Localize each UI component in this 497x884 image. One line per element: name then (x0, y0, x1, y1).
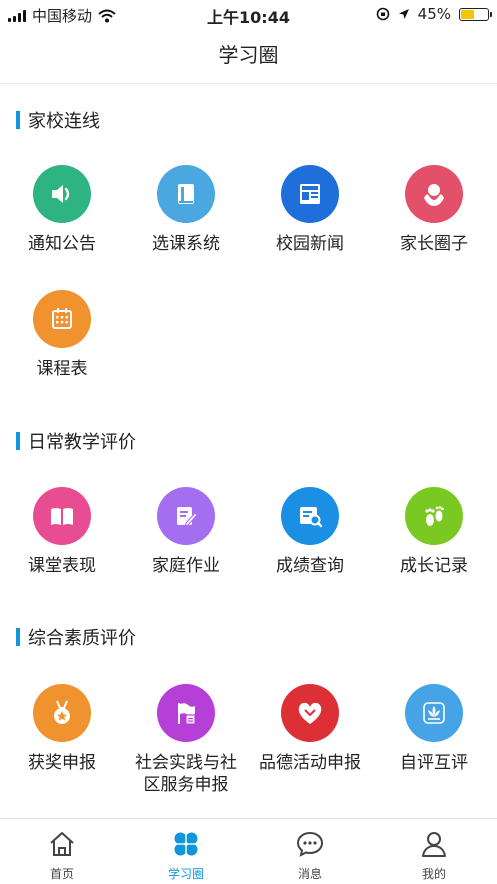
tab-label: 首页 (49, 867, 74, 881)
grid-item-label: 校园新闻 (276, 234, 344, 254)
grid-item-classroom-performance[interactable]: 课堂表现 (0, 487, 124, 577)
grid-item-schedule[interactable]: 课程表 (0, 290, 124, 380)
grid-item-course-selection[interactable]: 选课系统 (124, 165, 248, 255)
home-icon (0, 827, 124, 861)
clover-icon (124, 827, 248, 861)
grid-item-label: 通知公告 (28, 234, 96, 254)
open-book-icon (33, 487, 91, 545)
grid-item-award-report[interactable]: 获奖申报 (0, 684, 124, 774)
grid-item-moral-activity[interactable]: 品德活动申报 (248, 684, 372, 774)
section-header-daily-teaching: 日常教学评价 (16, 431, 136, 453)
grid-item-score-query[interactable]: 成绩查询 (248, 487, 372, 577)
section-header-comprehensive: 综合素质评价 (16, 627, 136, 649)
section-accent-bar (16, 628, 20, 646)
heart-icon (281, 684, 339, 742)
battery-icon (459, 7, 492, 21)
nav-bar: 学习圈 (0, 30, 497, 82)
tab-study-circle[interactable]: 学习圈 (124, 819, 248, 882)
grid-item-label: 课程表 (36, 359, 88, 379)
search-doc-icon (281, 487, 339, 545)
user-icon (372, 827, 496, 861)
section-accent-bar (16, 111, 20, 129)
status-bar: 中国移动 上午10:44 45% (0, 0, 497, 28)
grid-item-label: 家长圈子 (400, 234, 468, 254)
grid-item-label: 品德活动申报 (259, 753, 361, 773)
edit-icon (157, 487, 215, 545)
section-title: 日常教学评价 (28, 432, 136, 453)
grid-item-growth-record[interactable]: 成长记录 (372, 487, 496, 577)
location-icon (398, 9, 409, 19)
book-icon (157, 165, 215, 223)
grid-item-label: 家庭作业 (152, 556, 220, 576)
status-right: 45% (376, 5, 492, 23)
grid-item-homework[interactable]: 家庭作业 (124, 487, 248, 577)
footprint-icon (405, 487, 463, 545)
lotus-icon (405, 684, 463, 742)
section-title: 家校连线 (28, 111, 100, 132)
grid-item-label: 成长记录 (400, 556, 468, 576)
nav-divider (0, 83, 497, 84)
tab-messages[interactable]: 消息 (248, 819, 372, 882)
grid-item-label: 获奖申报 (28, 753, 96, 773)
tab-bar: 首页 学习圈 消息 我的 (0, 818, 497, 884)
grid-item-label: 成绩查询 (276, 556, 344, 576)
newspaper-icon (281, 165, 339, 223)
grid-item-social-practice[interactable]: 社会实践与社区服务申报 (124, 684, 248, 796)
tab-label: 我的 (421, 867, 446, 881)
battery-percent: 45% (417, 5, 451, 23)
rotation-lock-icon (376, 7, 389, 21)
parent-icon (405, 165, 463, 223)
grid-item-label: 课堂表现 (28, 556, 96, 576)
grid-item-parent-circle[interactable]: 家长圈子 (372, 165, 496, 255)
calendar-icon (33, 290, 91, 348)
page-title: 学习圈 (218, 43, 279, 67)
grid-item-campus-news[interactable]: 校园新闻 (248, 165, 372, 255)
grid-item-label: 选课系统 (152, 234, 220, 254)
tab-label: 学习圈 (167, 867, 204, 881)
grid-item-label: 自评互评 (400, 753, 468, 773)
grid-item-notice[interactable]: 通知公告 (0, 165, 124, 255)
section-accent-bar (16, 432, 20, 450)
chat-icon (248, 827, 372, 861)
tab-mine[interactable]: 我的 (372, 819, 496, 882)
speaker-icon (33, 165, 91, 223)
grid-item-self-peer-eval[interactable]: 自评互评 (372, 684, 496, 774)
flag-icon (157, 684, 215, 742)
tab-home[interactable]: 首页 (0, 819, 124, 882)
section-header-home-school: 家校连线 (16, 110, 100, 132)
medal-icon (33, 684, 91, 742)
grid-item-label: 社会实践与社区服务申报 (135, 753, 237, 795)
section-title: 综合素质评价 (28, 628, 136, 649)
tab-label: 消息 (297, 867, 322, 881)
